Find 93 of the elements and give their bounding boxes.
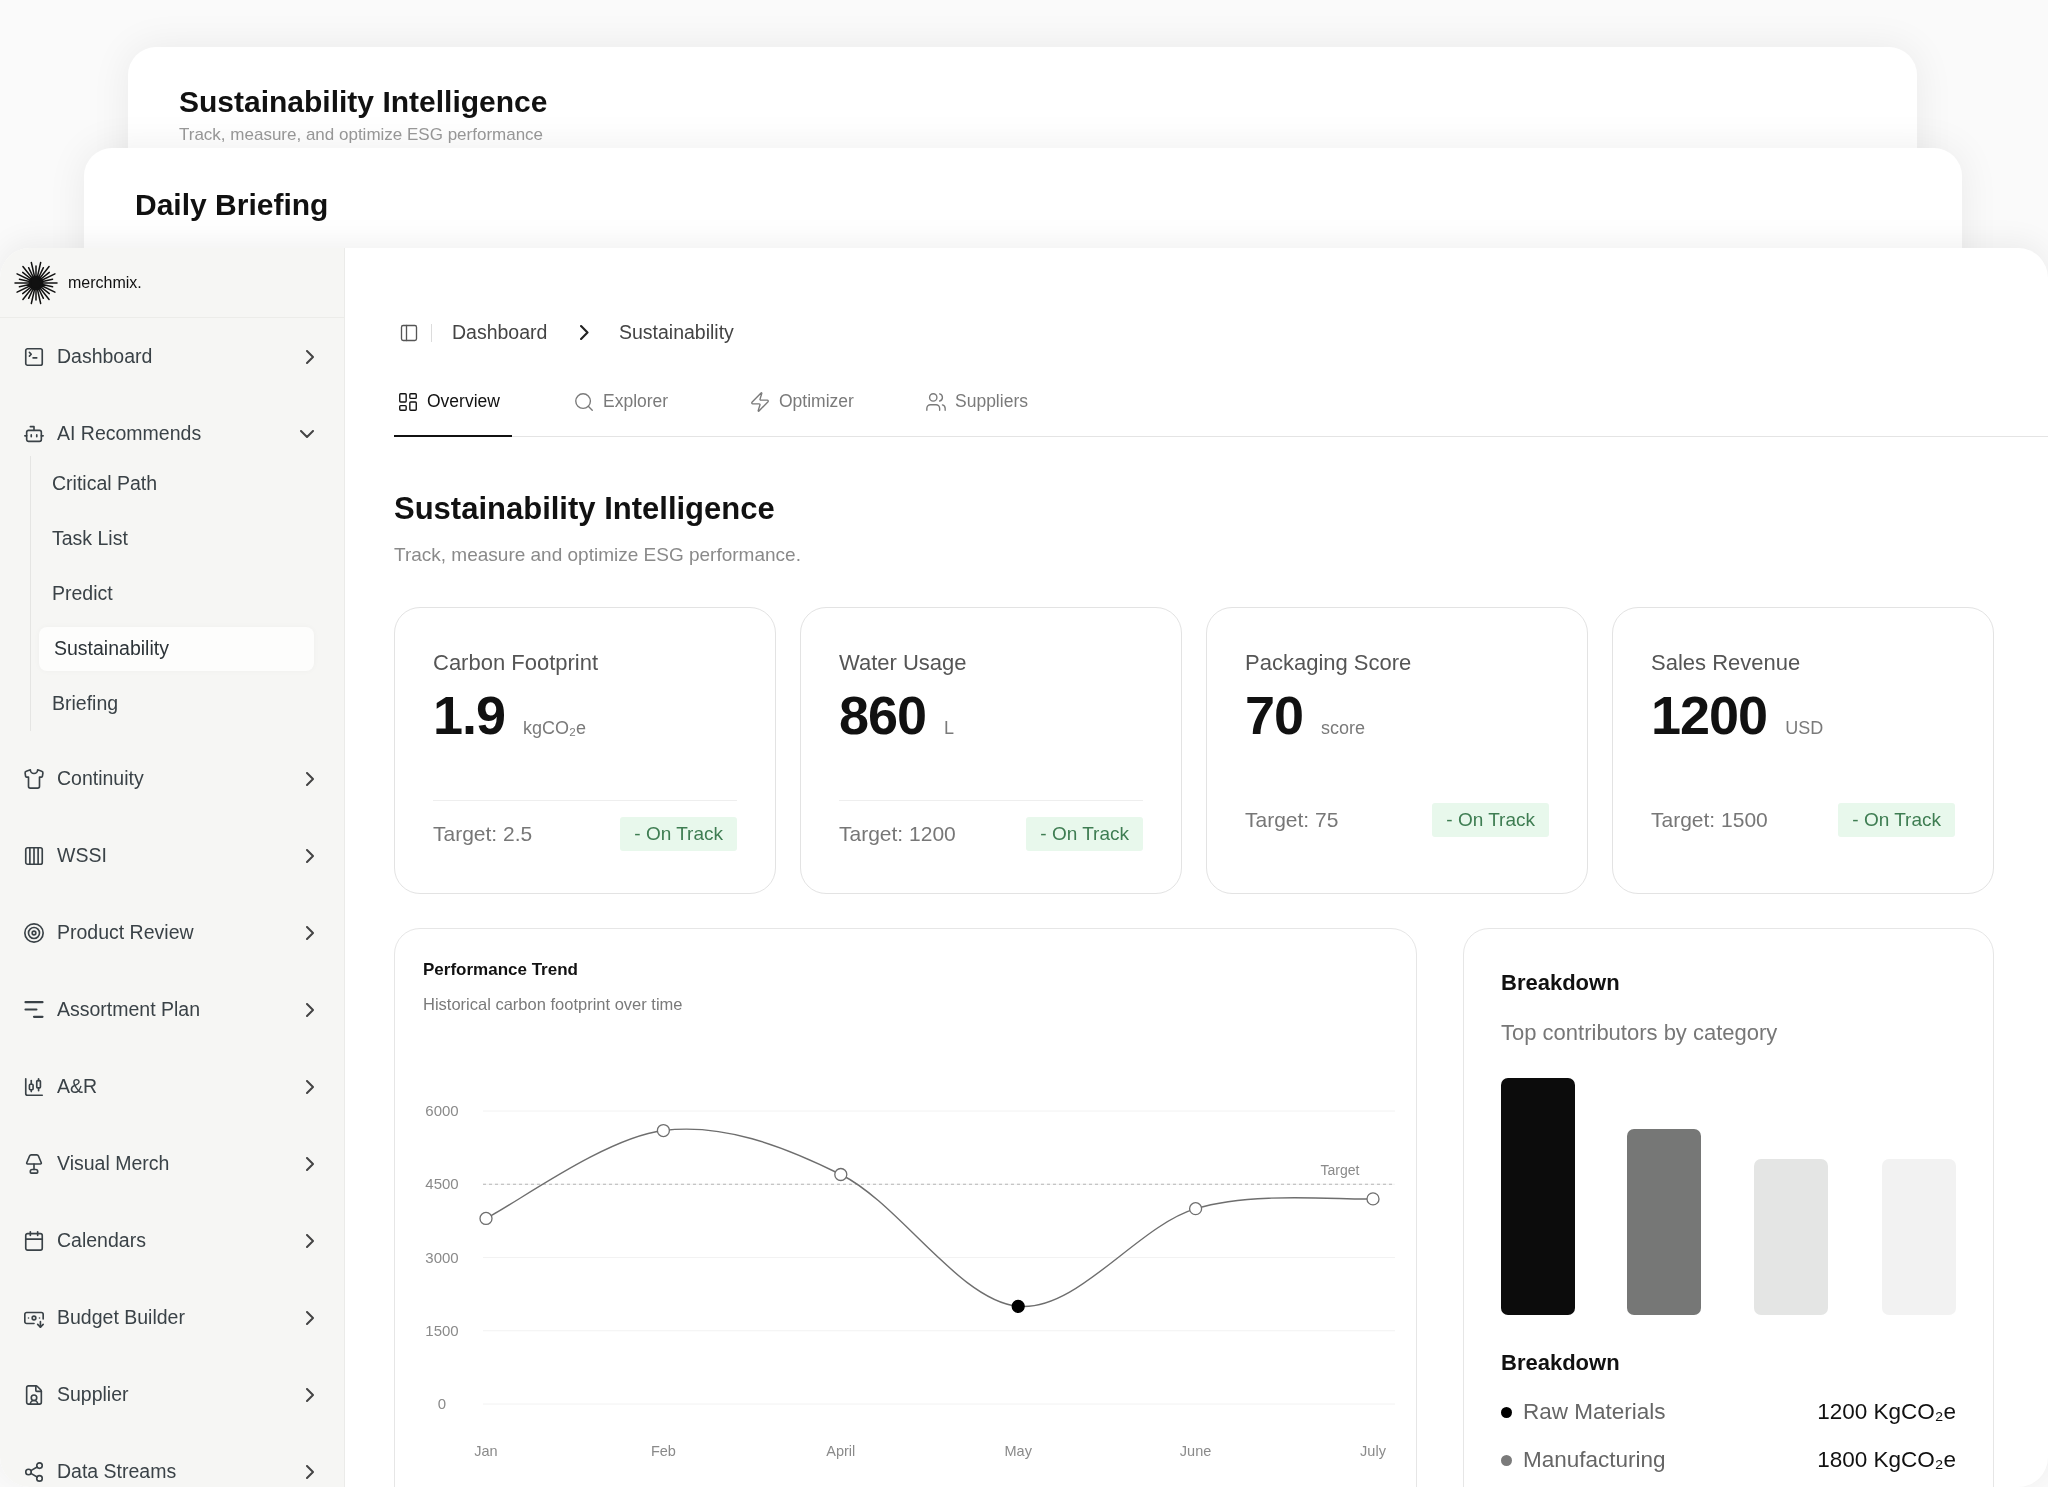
sidebar-item[interactable]: WSSI (14, 832, 326, 879)
kpi-unit: L (944, 718, 955, 739)
kpi-value: 1.9 (433, 685, 506, 745)
kpi-label: Sales Revenue (1651, 649, 1802, 677)
kpi-label: Carbon Footprint (433, 649, 600, 677)
status-badge: - On Track (1432, 803, 1549, 837)
kpi-value: 70 (1245, 685, 1304, 745)
sidebar-subitem[interactable]: Briefing (39, 681, 314, 726)
status-badge: - On Track (1026, 817, 1143, 851)
tab[interactable]: Explorer (570, 368, 681, 437)
kpi-target: Target: 1200 (839, 822, 956, 846)
highlighted-data-point[interactable] (1011, 1299, 1025, 1313)
legend-value: 1200 KgCO₂e (1817, 1399, 1956, 1425)
card-subtitle: Track, measure, and optimize ESG performance (179, 125, 545, 145)
legend-label: Raw Materials (1523, 1399, 1666, 1425)
legend-label: Manufacturing (1523, 1447, 1666, 1473)
tab[interactable]: Overview (394, 368, 512, 437)
sidebar-item[interactable]: Budget Builder (14, 1294, 326, 1341)
card-title: Breakdown (1501, 969, 1621, 997)
lines-icon (23, 1001, 45, 1018)
sidebar-item[interactable]: AI Recommends (14, 410, 326, 457)
y-axis-label: 4500 (425, 1175, 459, 1193)
status-badge: - On Track (620, 817, 737, 851)
kpi-label: Packaging Score (1245, 649, 1413, 677)
list-title: Breakdown (1501, 1349, 1621, 1377)
kpi-unit: USD (1785, 718, 1824, 739)
sidebar-item[interactable]: Product Review (14, 909, 326, 956)
data-point[interactable] (1366, 1192, 1380, 1206)
kpi-unit: kgCO₂e (523, 718, 587, 739)
data-point[interactable] (656, 1123, 671, 1138)
file-user-icon (23, 1383, 45, 1406)
sidebar-item[interactable]: Calendars (14, 1217, 326, 1264)
dashboard-grid-icon (397, 390, 419, 413)
x-axis-label: Feb (650, 1443, 676, 1459)
sidebar-item[interactable]: Supplier (14, 1371, 326, 1418)
tab[interactable]: Optimizer (746, 368, 866, 437)
data-point[interactable] (479, 1211, 493, 1226)
y-axis-label: 0 (437, 1395, 447, 1412)
kpi-unit: score (1321, 718, 1366, 739)
sidebar-item[interactable]: Continuity (14, 755, 326, 802)
calendar-icon (23, 1229, 45, 1252)
candlestick-chart-icon (23, 1075, 45, 1098)
x-axis-label: May (1004, 1443, 1032, 1459)
card-subtitle: Top contributors by category (1501, 1019, 1779, 1047)
lightning-icon (749, 390, 771, 413)
target-label: Target (1320, 1162, 1360, 1179)
chart-title: Performance Trend (422, 959, 579, 981)
x-axis-label: June (1179, 1443, 1212, 1459)
chart-subtitle: Historical carbon footprint over time (422, 994, 684, 1015)
lamp-icon (23, 1152, 45, 1175)
sidebar-item[interactable]: Data Streams (14, 1448, 326, 1487)
x-axis-label: July (1360, 1443, 1386, 1459)
legend-value: 1800 KgCO₂e (1817, 1447, 1956, 1473)
breadcrumb-link[interactable]: Dashboard (452, 321, 548, 344)
sidebar-subitem[interactable]: Critical Path (39, 461, 314, 506)
kpi-target: Target: 75 (1245, 808, 1339, 832)
x-axis-label: Jan (474, 1443, 498, 1459)
terminal-icon (23, 345, 45, 368)
sidebar-item[interactable]: Assortment Plan (14, 986, 326, 1033)
columns-icon (23, 844, 45, 867)
users-icon (925, 390, 947, 413)
chevron-right-icon (580, 325, 589, 340)
share-icon (23, 1460, 45, 1483)
x-axis-label: April (826, 1443, 856, 1459)
sidebar-toggle-icon[interactable] (399, 322, 419, 343)
sidebar-subitem[interactable]: Predict (39, 571, 314, 616)
sidebar-item[interactable]: Dashboard (14, 333, 326, 380)
kpi-value: 1200 (1651, 685, 1768, 745)
logo-text: merchmix. (68, 273, 142, 292)
card-title: Daily Briefing (135, 187, 330, 223)
starburst-logo-icon (14, 260, 58, 305)
breadcrumb-current: Sustainability (618, 321, 734, 344)
data-point[interactable] (834, 1167, 848, 1182)
sidebar-item[interactable]: Visual Merch (14, 1140, 326, 1187)
y-axis-label: 3000 (425, 1248, 459, 1266)
shirt-icon (23, 767, 45, 790)
card-title: Sustainability Intelligence (179, 84, 549, 120)
tab[interactable]: Suppliers (922, 368, 1040, 437)
sidebar-item[interactable]: A&R (14, 1063, 326, 1110)
kpi-label: Water Usage (839, 649, 968, 677)
page-title: Sustainability Intelligence (394, 490, 776, 528)
kpi-value: 860 (839, 685, 927, 745)
kpi-target: Target: 1500 (1651, 808, 1768, 832)
status-badge: - On Track (1838, 803, 1955, 837)
sidebar-subitem[interactable]: Task List (39, 516, 314, 561)
kpi-target: Target: 2.5 (433, 822, 533, 846)
sidebar-subitem[interactable]: Sustainability (39, 626, 314, 671)
y-axis-label: 6000 (425, 1102, 459, 1119)
data-point[interactable] (1188, 1202, 1203, 1216)
search-icon (573, 390, 595, 413)
page-subtitle: Track, measure and optimize ESG performance. (394, 543, 802, 567)
target-icon (23, 921, 45, 944)
y-axis-label: 1500 (425, 1321, 459, 1339)
